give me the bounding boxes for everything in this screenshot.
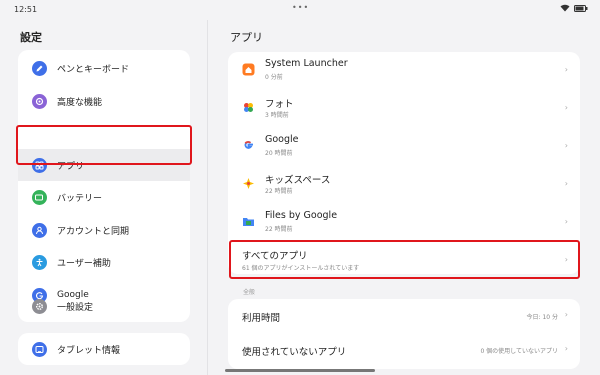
page-title: アプリ xyxy=(230,31,263,44)
chevron-right-icon: › xyxy=(564,344,568,353)
chevron-right-icon: › xyxy=(564,141,568,150)
chevron-right-icon: › xyxy=(564,103,568,112)
app-name: Files by Google xyxy=(265,210,338,221)
status-bar: 12:51 ••• xyxy=(0,0,600,20)
accessibility-icon xyxy=(32,254,47,270)
screen-time-value: 今日: 10 分 xyxy=(526,314,558,321)
account-icon xyxy=(32,222,47,238)
app-name: キッズスペース xyxy=(265,175,331,186)
system-icons xyxy=(560,4,588,12)
google-icon xyxy=(242,139,255,152)
sidebar-item-tablet-info[interactable]: タブレット情報 xyxy=(18,333,190,365)
app-row-system-launcher[interactable]: System Launcher 0 分前 › xyxy=(228,52,580,90)
app-last-used: 20 時間前 xyxy=(265,150,293,157)
tablet-icon xyxy=(32,341,47,357)
app-row-files-by-google[interactable]: Files by Google 22 時間前 › xyxy=(228,204,580,242)
settings-sidebar: 設定 ペンとキーボード 高度な機能 アプリ バッテリー アカウントと同期 ユーザ… xyxy=(0,20,207,375)
sidebar-item-general-settings[interactable]: 一般設定 xyxy=(18,290,190,322)
sidebar-item-advanced[interactable]: 高度な機能 xyxy=(18,85,190,117)
app-last-used: 22 時間前 xyxy=(265,188,293,195)
highlight-box-all-apps xyxy=(229,240,580,279)
highlight-box-apps xyxy=(16,125,192,165)
chevron-right-icon: › xyxy=(564,65,568,74)
sidebar-item-label: 高度な機能 xyxy=(57,97,103,108)
app-name: System Launcher xyxy=(265,58,348,69)
chevron-right-icon: › xyxy=(564,179,568,188)
app-name: Google xyxy=(265,134,299,145)
settings-menu-card: ペンとキーボード 高度な機能 アプリ バッテリー アカウントと同期 ユーザー補助… xyxy=(18,50,190,322)
launcher-icon xyxy=(242,63,255,76)
app-last-used: 3 時間前 xyxy=(265,112,289,119)
sidebar-item-label: 一般設定 xyxy=(57,302,94,313)
unused-apps-value: 0 個の使用していないアプリ xyxy=(480,348,558,355)
status-time: 12:51 xyxy=(14,5,38,14)
app-last-used: 0 分前 xyxy=(265,74,283,81)
sidebar-item-label: アカウントと同期 xyxy=(57,226,130,237)
pane-divider xyxy=(207,20,208,375)
unused-apps-row[interactable]: 使用されていないアプリ 0 個の使用していないアプリ › xyxy=(228,333,580,367)
app-last-used: 22 時間前 xyxy=(265,226,293,233)
battery-icon xyxy=(32,189,47,205)
unused-apps-title: 使用されていないアプリ xyxy=(242,347,347,358)
app-name: フォト xyxy=(265,99,294,110)
screen-time-title: 利用時間 xyxy=(242,313,281,324)
kids-space-icon xyxy=(242,177,255,190)
chevron-right-icon: › xyxy=(564,310,568,319)
section-label-general: 全般 xyxy=(243,289,256,296)
general-card: 利用時間 今日: 10 分 › 使用されていないアプリ 0 個の使用していないア… xyxy=(228,299,580,369)
wifi-icon xyxy=(560,4,570,12)
gesture-home-bar[interactable] xyxy=(225,369,375,372)
screen-time-row[interactable]: 利用時間 今日: 10 分 › xyxy=(228,299,580,333)
multitask-dots[interactable]: ••• xyxy=(292,3,309,12)
sidebar-item-label: ペンとキーボード xyxy=(57,64,130,75)
app-row-google[interactable]: Google 20 時間前 › xyxy=(228,128,580,166)
tablet-info-card: タブレット情報 xyxy=(18,333,190,365)
gear-icon xyxy=(32,298,47,314)
chevron-right-icon: › xyxy=(564,217,568,226)
settings-title: 設定 xyxy=(20,31,42,44)
sidebar-item-pen-keyboard[interactable]: ペンとキーボード xyxy=(18,52,190,84)
files-icon xyxy=(242,215,255,228)
photos-icon xyxy=(242,101,255,114)
pen-icon xyxy=(32,60,47,76)
app-row-photos[interactable]: フォト 3 時間前 › xyxy=(228,90,580,128)
sidebar-item-label: ユーザー補助 xyxy=(57,258,111,269)
advanced-features-icon xyxy=(32,93,47,109)
sidebar-item-battery[interactable]: バッテリー xyxy=(18,181,190,213)
sidebar-item-label: タブレット情報 xyxy=(57,345,121,356)
app-row-kids-space[interactable]: キッズスペース 22 時間前 › xyxy=(228,166,580,204)
sidebar-item-account-sync[interactable]: アカウントと同期 xyxy=(18,214,190,246)
sidebar-item-accessibility[interactable]: ユーザー補助 xyxy=(18,246,190,278)
battery-status-icon xyxy=(574,4,588,12)
sidebar-item-label: バッテリー xyxy=(57,193,103,204)
